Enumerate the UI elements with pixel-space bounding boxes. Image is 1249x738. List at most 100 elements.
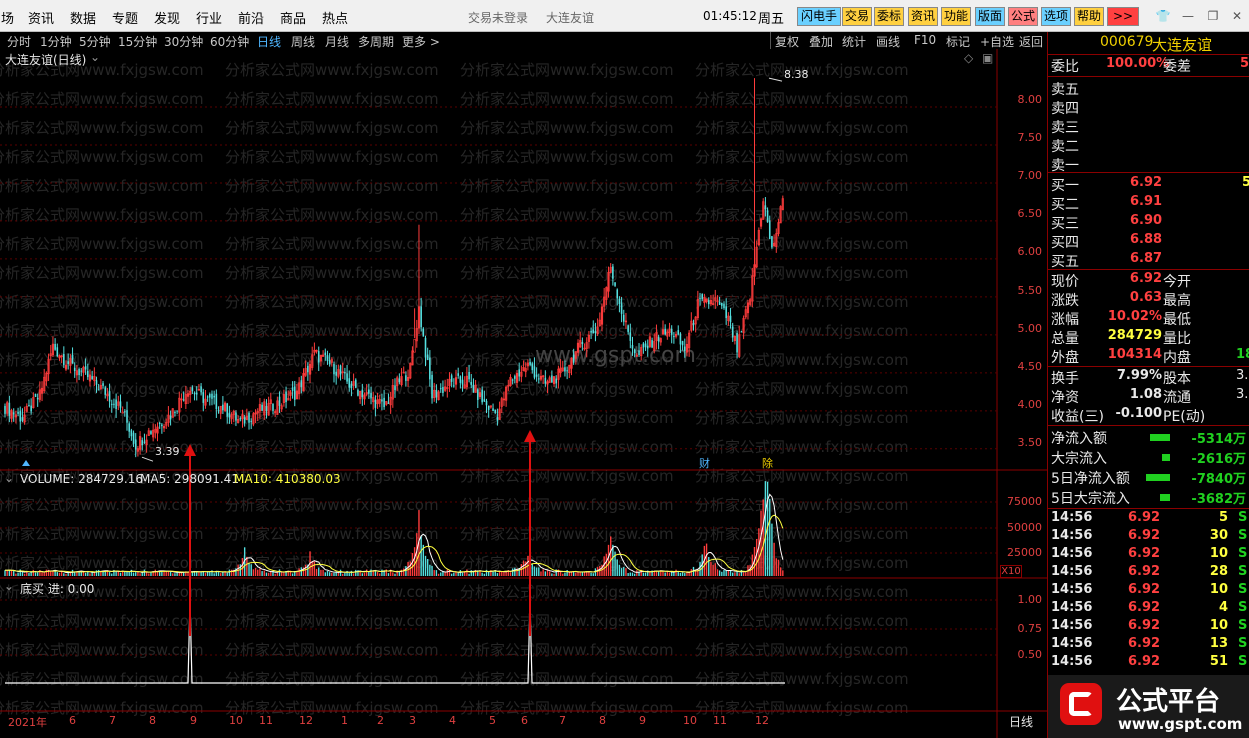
candle-body: [533, 366, 536, 378]
volume-dropdown-icon[interactable]: ⌄: [4, 471, 14, 485]
candle-body: [544, 377, 547, 384]
tick-time: 14:56: [1051, 510, 1093, 525]
help-button[interactable]: 帮助: [1074, 7, 1104, 26]
period-monthly[interactable]: 月线: [325, 33, 349, 50]
candle-body: [361, 389, 364, 398]
back-button[interactable]: 返回: [1019, 33, 1043, 50]
period-60min[interactable]: 60分钟: [210, 33, 249, 50]
layout-button[interactable]: 版面: [975, 7, 1005, 26]
menu-item-hot[interactable]: 热点: [322, 8, 348, 27]
candle-body: [293, 386, 296, 400]
kline-chart[interactable]: [0, 49, 1047, 738]
draw-line-button[interactable]: 画线: [876, 33, 900, 50]
period-daily[interactable]: 日线: [257, 33, 281, 50]
candle-body: [239, 418, 242, 420]
date-tick: 9: [639, 714, 646, 727]
indicator-dropdown-icon[interactable]: ⌄: [4, 579, 14, 593]
candle-body: [71, 354, 74, 364]
period-15min[interactable]: 15分钟: [118, 33, 157, 50]
shirt-icon[interactable]: 👕: [1155, 8, 1171, 24]
quote-label: 外盘: [1051, 350, 1079, 366]
options-button[interactable]: 选项: [1041, 7, 1071, 26]
function-button[interactable]: 功能: [941, 7, 971, 26]
panel-divider: [1048, 54, 1249, 55]
close-icon[interactable]: ✕: [1229, 8, 1245, 24]
candle-body: [618, 298, 621, 305]
menu-item-discover[interactable]: 发现: [154, 8, 180, 27]
menu-item-commodity[interactable]: 商品: [280, 8, 306, 27]
candle-body: [476, 389, 479, 400]
candle-body: [594, 331, 597, 334]
panel-toggle-icon[interactable]: ▣: [982, 51, 993, 65]
trade-button[interactable]: 交易: [842, 7, 872, 26]
date-tick: 11: [259, 714, 273, 727]
candle-body: [483, 399, 486, 402]
candle-body: [459, 376, 462, 383]
info-button[interactable]: 资讯: [908, 7, 938, 26]
candle-body: [158, 423, 161, 425]
candle-body: [664, 328, 666, 335]
overlay-button[interactable]: 叠加: [809, 33, 833, 50]
title-dropdown-icon[interactable]: ⌄: [90, 50, 100, 64]
formula-button[interactable]: 公式: [1008, 7, 1038, 26]
weibi-label: 委比: [1051, 59, 1079, 75]
period-1min[interactable]: 1分钟: [40, 33, 72, 50]
finance-event-mark[interactable]: 财: [699, 455, 710, 471]
flow-label: 5日大宗流入: [1051, 491, 1130, 507]
date-tick: 2: [377, 714, 384, 727]
quote-value: 284729: [1107, 328, 1162, 343]
candle-body: [191, 387, 194, 392]
login-status[interactable]: 交易未登录: [468, 9, 528, 26]
menu-item-topic[interactable]: 专题: [112, 8, 138, 27]
diamond-icon[interactable]: ◇: [964, 51, 973, 65]
candle-body: [291, 387, 294, 391]
tick-volume: 30: [1209, 528, 1228, 543]
menu-item-news[interactable]: 资讯: [28, 8, 54, 27]
period-multi[interactable]: 多周期: [358, 33, 394, 50]
candle-body: [4, 405, 6, 414]
period-indicator[interactable]: 日线: [1009, 713, 1033, 730]
signal-arrow-head: [524, 430, 536, 442]
fund-row: 净资 1.08 流通 3.: [1048, 387, 1249, 406]
price-tick: 7.00: [1017, 169, 1043, 182]
fund-label: 流通: [1163, 390, 1191, 406]
restore-icon[interactable]: ❐: [1205, 8, 1221, 24]
f10-button[interactable]: F10: [914, 33, 936, 47]
period-30min[interactable]: 30分钟: [164, 33, 203, 50]
mark-button[interactable]: 标记: [946, 33, 970, 50]
candle-body: [620, 303, 623, 314]
indicator-tick: 0.75: [1017, 622, 1043, 635]
menu-item-0[interactable]: 场: [1, 8, 14, 27]
tick-time: 14:56: [1051, 600, 1093, 615]
candle-body: [555, 378, 558, 384]
period-more[interactable]: 更多 >: [402, 33, 440, 50]
order-mark-button[interactable]: 委标: [874, 7, 904, 26]
candle-body: [278, 396, 281, 406]
tick-row: 14:56 6.92 28 S: [1048, 564, 1249, 583]
candle-body: [405, 375, 407, 381]
dividend-event-mark[interactable]: 除: [762, 455, 773, 471]
candle-body: [250, 420, 253, 422]
candle-body: [394, 385, 396, 391]
chart-area[interactable]: 分析家公式网www.fxjgsw.com 分析家公式网www.fxjgsw.com…: [0, 49, 1047, 738]
toolbar-divider: [770, 32, 771, 49]
date-tick: 2021年: [8, 716, 47, 729]
candle-body: [768, 220, 771, 239]
signal-arrow-head: [184, 444, 196, 456]
menu-item-industry[interactable]: 行业: [196, 8, 222, 27]
menu-item-data[interactable]: 数据: [70, 8, 96, 27]
add-watchlist-button[interactable]: +自选: [980, 33, 1014, 50]
statistics-button[interactable]: 统计: [842, 33, 866, 50]
tick-volume: 10: [1209, 546, 1228, 561]
sell-label: 卖五: [1051, 82, 1079, 98]
more-button[interactable]: >>: [1107, 7, 1139, 26]
minimize-icon[interactable]: —: [1180, 8, 1196, 24]
period-weekly[interactable]: 周线: [291, 33, 315, 50]
lightning-trade-button[interactable]: 闪电手: [797, 7, 841, 26]
candle-body: [150, 431, 152, 434]
menu-item-frontier[interactable]: 前沿: [238, 8, 264, 27]
period-timeshare[interactable]: 分时: [7, 33, 31, 50]
adjust-button[interactable]: 复权: [775, 33, 799, 50]
price-tick: 7.50: [1017, 131, 1043, 144]
period-5min[interactable]: 5分钟: [79, 33, 111, 50]
